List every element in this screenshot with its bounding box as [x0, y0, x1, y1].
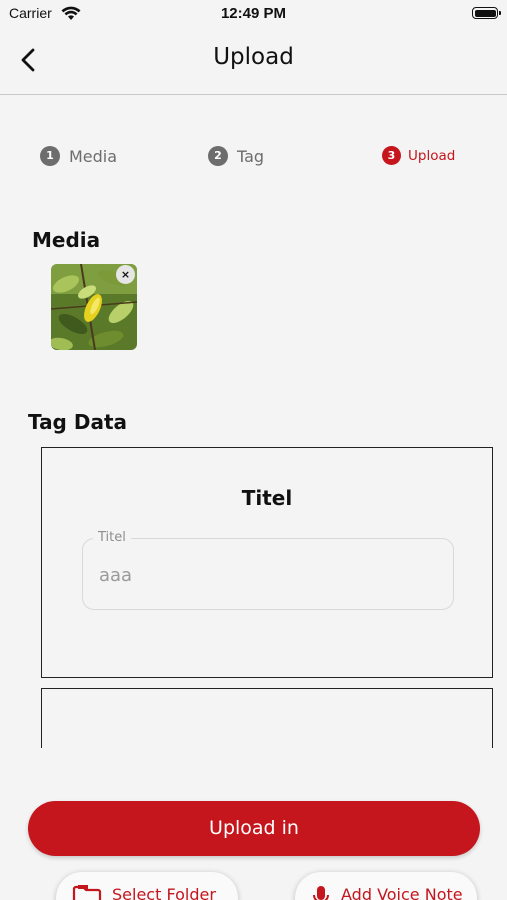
add-voice-note-label: Add Voice Note — [341, 885, 463, 900]
folder-icon — [72, 884, 102, 900]
page-title: Upload — [213, 44, 294, 70]
next-tag-card — [41, 688, 493, 748]
step-number: 3 — [382, 146, 401, 165]
step-number: 2 — [208, 146, 228, 166]
select-folder-label: Select Folder — [112, 885, 216, 900]
microphone-icon — [311, 884, 331, 900]
tag-data-section-title: Tag Data — [28, 410, 127, 434]
step-number: 1 — [40, 146, 60, 166]
upload-screen: Carrier 12:49 PM Upload 1 Media 2 Tag 3 … — [0, 0, 507, 900]
navigation-bar: Upload — [0, 28, 507, 95]
upload-button[interactable]: Upload in — [28, 801, 480, 856]
step-upload[interactable]: 3 Upload — [382, 146, 455, 165]
step-label: Upload — [408, 147, 456, 164]
remove-media-button[interactable]: × — [116, 265, 135, 284]
upload-stepper: 1 Media 2 Tag 3 Upload — [0, 140, 507, 172]
title-input[interactable] — [97, 561, 441, 589]
step-media[interactable]: 1 Media — [40, 146, 117, 166]
title-field[interactable]: Titel — [82, 530, 454, 610]
media-section-title: Media — [32, 228, 101, 252]
step-label: Media — [69, 146, 118, 166]
step-tag[interactable]: 2 Tag — [208, 146, 264, 166]
add-voice-note-button[interactable]: Add Voice Note — [295, 872, 477, 900]
battery-icon — [472, 7, 501, 19]
card-heading: Titel — [241, 486, 293, 510]
title-field-label: Titel — [93, 530, 131, 545]
status-bar: Carrier 12:49 PM — [0, 0, 507, 28]
select-folder-button[interactable]: Select Folder — [56, 872, 238, 900]
status-time: 12:49 PM — [220, 5, 287, 22]
tag-data-card: Titel Titel — [41, 447, 493, 678]
step-label: Tag — [237, 146, 265, 166]
